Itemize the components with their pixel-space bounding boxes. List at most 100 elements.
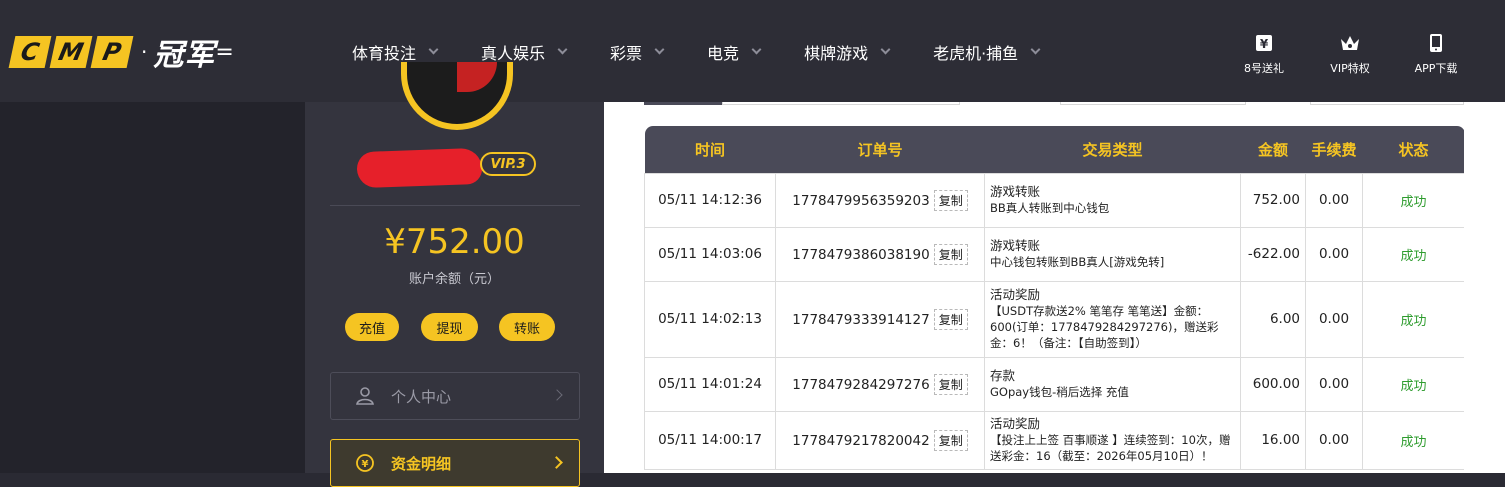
cell-type: 活动奖励【投注上上签 百事顺遂 】连续签到：10次，赠送彩金：16（截至：202… [984,410,1241,470]
logo-tail-mark: = [215,39,234,65]
logo-letters: C M P [8,36,135,68]
cell-type: 存款 GOpay钱包-稍后选择 充值 [984,356,1241,412]
cell-amount: 6.00 [1240,280,1306,358]
nav-item-sports[interactable]: 体育投注 [352,40,439,64]
order-number: 1778479956359203 [792,192,930,209]
chevron-down-icon [751,44,762,55]
sidebar-item-label: 资金明细 [391,454,452,473]
col-header-amount: 金额 [1257,140,1288,159]
logo-letter: P [90,36,134,68]
type-desc: BB真人转账到中心钱包 [990,201,1110,215]
nav-label: 真人娱乐 [481,44,546,63]
nav-item-lottery[interactable]: 彩票 [610,40,665,64]
nav-label: 老虎机·捕鱼 [933,44,1019,63]
cell-status: 成功 [1362,356,1464,412]
gift-button[interactable]: ¥ 8号送礼 [1221,32,1307,76]
chevron-down-icon [654,44,665,55]
redacted-username [356,147,483,189]
main-nav: 体育投注 真人娱乐 彩票 电竞 棋牌游戏 老虎机·捕鱼 [352,40,1083,64]
transactions-table: 时间 订单号 交易类型 金额 手续费 状态 05/11 14:12:36 177… [644,126,1464,473]
copy-button[interactable]: 复制 [933,308,968,330]
nav-label: 彩票 [610,44,643,63]
copy-button[interactable]: 复制 [933,373,968,395]
main-content: 时间 订单号 交易类型 金额 手续费 状态 05/11 14:12:36 177… [604,102,1505,473]
account-balance: ¥752.00 [384,222,525,262]
withdraw-button[interactable]: 提现 [421,313,478,341]
sidebar-item-label: 个人中心 [391,387,452,406]
chevron-down-icon [880,44,891,55]
cell-fee: 0.00 [1305,356,1363,412]
nav-item-esports[interactable]: 电竞 [707,40,762,64]
filter-bar [644,102,1464,106]
table-row: 05/11 14:02:13 1778479333914127 复制 活动奖励【U… [644,280,1464,358]
col-header-order: 订单号 [857,140,903,159]
vip-label: VIP特权 [1330,62,1370,75]
cell-type: 游戏转账 中心钱包转账到BB真人[游戏免转] [984,226,1241,282]
table-row: 05/11 14:00:17 1778479217820042 复制 活动奖励【投… [644,410,1464,470]
type-title: 活动奖励 [990,416,1041,431]
copy-button[interactable]: 复制 [933,189,968,211]
gift-label: 8号送礼 [1244,62,1284,75]
type-title: 活动奖励 [990,287,1041,302]
transfer-button[interactable]: 转账 [499,313,555,341]
logo-letter: C [8,36,52,68]
cell-order: 1778479386038190 复制 [775,226,985,282]
copy-button[interactable]: 复制 [933,243,968,265]
order-number: 1778479217820042 [792,432,930,449]
mobile-icon [1430,34,1442,52]
cell-time: 05/11 14:12:36 [644,172,776,228]
nav-item-card-games[interactable]: 棋牌游戏 [804,40,891,64]
cell-status: 成功 [1362,280,1464,358]
vip-button[interactable]: VIP特权 [1307,32,1393,76]
gift-yen-icon: ¥ [1256,35,1272,51]
order-number: 1778479386038190 [792,246,930,263]
nav-label: 棋牌游戏 [804,44,869,63]
app-label: APP下载 [1414,62,1458,75]
filter-tab[interactable] [722,102,960,105]
table-header: 时间 订单号 交易类型 金额 手续费 状态 [644,126,1464,173]
type-desc: 【投注上上签 百事顺遂 】连续签到：10次，赠送彩金：16（截至：2026年05… [990,433,1231,463]
sidebar-item-fund-details[interactable]: ¥ 资金明细 [330,439,580,487]
cell-type: 活动奖励【USDT存款送2% 笔笔存 笔笔送】金额：600(订单：1778479… [984,280,1241,358]
copy-button[interactable]: 复制 [933,429,968,451]
table-row: 05/11 14:01:24 1778479284297276 复制 存款 GOpa… [644,356,1464,412]
type-filter[interactable] [1310,102,1464,105]
type-desc: 【USDT存款送2% 笔笔存 笔笔送】金额：600(订单：17784792842… [990,304,1219,350]
type-title: 游戏转账 [990,184,1041,199]
chevron-down-icon [557,44,568,55]
divider [330,205,580,206]
cell-order: 1778479284297276 复制 [775,356,985,412]
table-row: 05/11 14:03:06 1778479386038190 复制 游戏转账 中心… [644,226,1464,282]
cell-fee: 0.00 [1305,172,1363,228]
nav-item-slots-fishing[interactable]: 老虎机·捕鱼 [933,40,1041,64]
date-filter[interactable] [1060,102,1246,105]
cell-amount: 600.00 [1240,356,1306,412]
cell-order: 1778479217820042 复制 [775,410,985,470]
avatar[interactable] [401,62,513,130]
filter-tab[interactable] [644,102,722,105]
type-desc: 中心钱包转账到BB真人[游戏免转] [990,255,1165,269]
chevron-right-icon [551,389,563,401]
cell-fee: 0.00 [1305,410,1363,470]
cell-amount: 16.00 [1240,410,1306,470]
type-desc: GOpay钱包-稍后选择 充值 [990,385,1129,399]
page-background [0,102,305,473]
cell-fee: 0.00 [1305,280,1363,358]
nav-item-live-casino[interactable]: 真人娱乐 [481,40,568,64]
cell-time: 05/11 14:00:17 [644,410,776,470]
vip-badge: VIP.3 [480,152,536,176]
app-download-button[interactable]: APP下载 [1393,32,1479,76]
logo-letter: M [49,36,93,68]
deposit-button[interactable]: 充值 [345,313,399,341]
cell-time: 05/11 14:01:24 [644,356,776,412]
site-logo[interactable]: C M P · 冠军 = [8,34,234,73]
order-number: 1778479333914127 [792,311,930,328]
top-actions: ¥ 8号送礼 VIP特权 APP下载 [1221,32,1479,76]
svg-text:¥: ¥ [362,459,369,470]
cell-time: 05/11 14:02:13 [644,280,776,358]
crown-icon [1341,36,1359,50]
sidebar-item-personal-center[interactable]: 个人中心 [330,372,580,420]
chevron-right-icon [550,456,563,469]
order-number: 1778479284297276 [792,376,930,393]
col-header-type: 交易类型 [1082,140,1143,159]
